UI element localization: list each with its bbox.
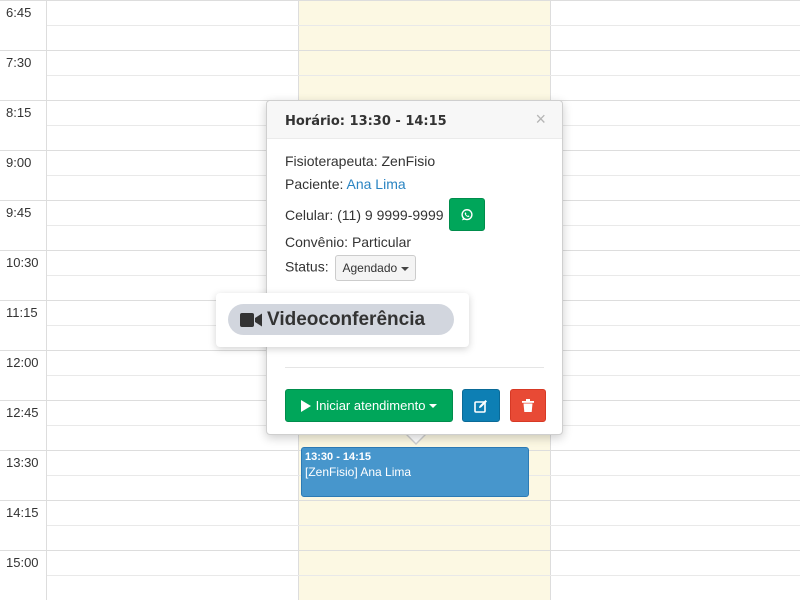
time-label: 12:00 [6, 355, 39, 370]
videoconference-label: Videoconferência [267, 308, 426, 330]
patient-line: Paciente: Ana Lima [285, 174, 544, 197]
chevron-down-icon [401, 266, 410, 271]
insurance-label: Convênio: [285, 234, 352, 250]
whatsapp-icon [460, 208, 473, 220]
time-label: 12:45 [6, 405, 39, 420]
videoconference-card: Videoconferência [216, 293, 469, 347]
time-slot[interactable] [0, 575, 800, 600]
therapist-line: Fisioterapeuta: ZenFisio [285, 151, 544, 174]
time-slot[interactable]: 6:45 [0, 0, 800, 25]
time-slot[interactable] [0, 75, 800, 100]
start-appointment-label: Iniciar atendimento [315, 398, 426, 413]
popover-header: Horário: 13:30 - 14:15 × [267, 101, 562, 139]
time-slot[interactable] [0, 525, 800, 550]
time-label: 9:45 [6, 205, 32, 220]
video-camera-icon [240, 312, 262, 327]
status-label: Status: [285, 258, 329, 275]
delete-button[interactable] [510, 389, 546, 422]
event-time: 13:30 - 14:15 [305, 451, 372, 463]
status-value: Agendado [342, 261, 398, 275]
insurance-value: Particular [351, 234, 412, 250]
trash-icon [522, 399, 534, 412]
edit-icon [474, 399, 487, 413]
popover-body: Fisioterapeuta: ZenFisio Paciente: Ana L… [267, 139, 562, 290]
time-slot[interactable] [0, 25, 800, 50]
appointment-event[interactable]: 13:30 - 14:15 [ZenFisio] Ana Lima [301, 447, 529, 497]
time-label: 15:00 [6, 555, 39, 570]
phone-line: Celular: (11) 9 9999-9999 [285, 197, 544, 232]
divider [285, 367, 544, 368]
insurance-line: Convênio: Particular [285, 232, 544, 255]
close-icon[interactable]: × [535, 109, 546, 130]
videoconference-badge[interactable]: Videoconferência [228, 304, 454, 335]
time-slot[interactable]: 7:30 [0, 50, 800, 75]
chevron-down-icon [429, 403, 438, 408]
patient-link[interactable]: Ana Lima [347, 176, 406, 192]
therapist-value: ZenFisio [381, 153, 436, 169]
whatsapp-button[interactable] [448, 198, 485, 231]
appointment-popover: Horário: 13:30 - 14:15 × Fisioterapeuta:… [266, 100, 563, 435]
time-label: 6:45 [6, 5, 32, 20]
time-label: 10:30 [6, 255, 39, 270]
phone-label: Celular: [285, 206, 334, 223]
popover-actions: Iniciar atendimento [285, 389, 546, 422]
time-label: 13:30 [6, 455, 39, 470]
time-label: 8:15 [6, 105, 32, 120]
edit-button[interactable] [462, 389, 500, 422]
therapist-label: Fisioterapeuta: [285, 153, 382, 169]
status-line: Status: Agendado [285, 255, 544, 281]
time-label: 11:15 [6, 305, 38, 320]
start-appointment-button[interactable]: Iniciar atendimento [285, 389, 453, 422]
time-label: 7:30 [6, 55, 32, 70]
time-slot[interactable]: 14:15 [0, 500, 800, 525]
time-label: 14:15 [6, 505, 39, 520]
popover-title: Horário: 13:30 - 14:15 [285, 114, 447, 129]
time-label: 9:00 [6, 155, 32, 170]
phone-value: (11) 9 9999-9999 [337, 206, 444, 223]
play-icon [300, 399, 311, 412]
patient-label: Paciente: [285, 176, 347, 192]
status-dropdown[interactable]: Agendado [335, 255, 417, 281]
time-slot[interactable]: 15:00 [0, 550, 800, 575]
event-title: [ZenFisio] Ana Lima [305, 465, 412, 479]
